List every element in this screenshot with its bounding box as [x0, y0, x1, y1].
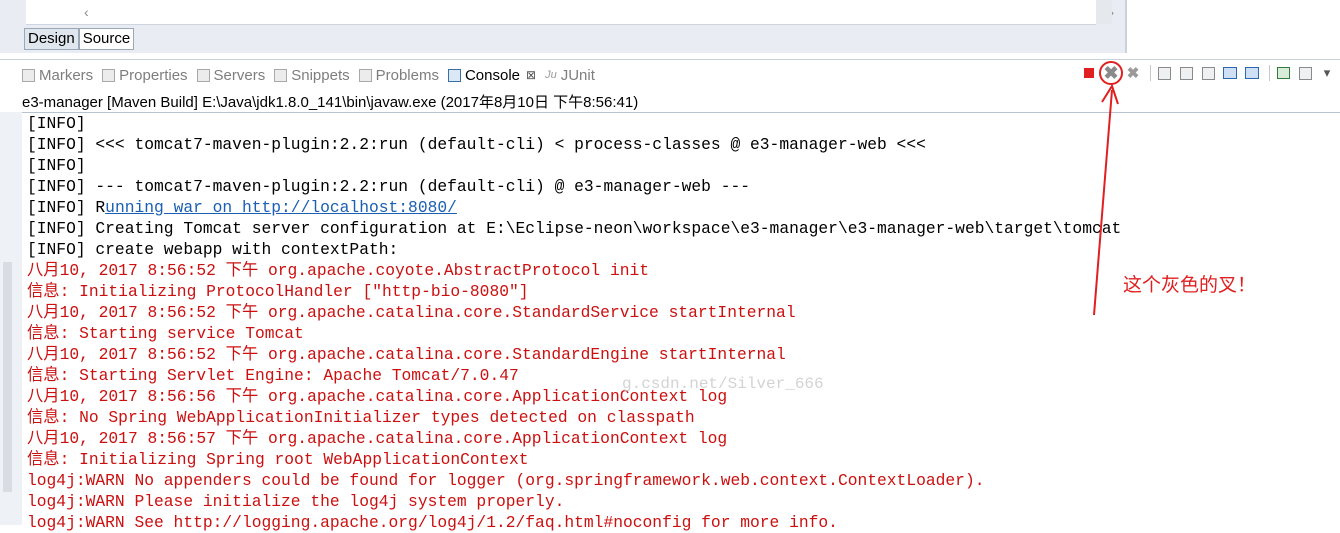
- console-line: 八月10, 2017 8:56:52 下午 org.apache.catalin…: [27, 303, 796, 322]
- display-console-icon[interactable]: [1296, 64, 1314, 82]
- tab-properties[interactable]: Properties: [102, 67, 188, 84]
- console-line: 八月10, 2017 8:56:57 下午 org.apache.catalin…: [27, 429, 728, 448]
- console-line: [INFO] Creating Tomcat server configurat…: [27, 219, 1122, 238]
- servers-icon: [196, 68, 210, 82]
- console-line: log4j:WARN Please initialize the log4j s…: [27, 492, 565, 511]
- tab-servers[interactable]: Servers: [196, 67, 265, 84]
- localhost-link[interactable]: unning war on http://localhost:8080/: [105, 198, 457, 217]
- editor-border: [1125, 0, 1127, 53]
- pin-console-icon[interactable]: [1274, 64, 1292, 82]
- watermark: g.csdn.net/Silver_666: [622, 375, 824, 393]
- console-line: 八月10, 2017 8:56:52 下午 org.apache.catalin…: [27, 345, 786, 364]
- console-line: [INFO]: [27, 114, 86, 133]
- vertical-scrollbar[interactable]: [1096, 0, 1112, 24]
- properties-icon: [102, 68, 116, 82]
- scroll-lock-icon[interactable]: [1177, 64, 1195, 82]
- close-icon[interactable]: ⊠: [526, 68, 536, 82]
- word-wrap-icon[interactable]: [1199, 64, 1217, 82]
- console-line: [INFO] <<< tomcat7-maven-plugin:2.2:run …: [27, 135, 926, 154]
- show-on-stderr-icon[interactable]: [1243, 64, 1261, 82]
- tab-design[interactable]: Design: [24, 28, 79, 50]
- annotation-text: 这个灰色的叉！: [1123, 275, 1257, 296]
- console-line: [INFO]: [27, 156, 86, 175]
- console-line: log4j:WARN No appenders could be found f…: [27, 471, 985, 490]
- view-menu-icon[interactable]: ▾: [1318, 64, 1336, 82]
- console-line: [INFO] --- tomcat7-maven-plugin:2.2:run …: [27, 177, 751, 196]
- tab-markers[interactable]: Markers: [22, 67, 93, 84]
- console-line-running: [INFO] Running war on http://localhost:8…: [27, 198, 457, 217]
- toolbar-separator: [1269, 65, 1270, 81]
- toolbar-separator: [1150, 65, 1151, 81]
- console-line: 信息: Starting service Tomcat: [27, 324, 304, 343]
- tab-source[interactable]: Source: [78, 28, 135, 50]
- console-line: 信息: Starting Servlet Engine: Apache Tomc…: [27, 366, 519, 385]
- gutter-scroll-thumb[interactable]: [3, 262, 12, 492]
- snippets-icon: [274, 68, 288, 82]
- console-line: [INFO] create webapp with contextPath:: [27, 240, 399, 259]
- scroll-left-icon[interactable]: ‹: [84, 4, 89, 20]
- problems-icon: [358, 68, 372, 82]
- console-icon: [447, 68, 461, 82]
- tab-console[interactable]: Console ⊠: [447, 66, 537, 84]
- horizontal-scrollbar[interactable]: ‹ ›: [84, 4, 1114, 20]
- console-line: 信息: Initializing ProtocolHandler ["http-…: [27, 282, 529, 301]
- tab-snippets[interactable]: Snippets: [274, 67, 350, 84]
- editor-content: ‹ ›: [26, 0, 1114, 25]
- console-line: 信息: Initializing Spring root WebApplicat…: [27, 450, 529, 469]
- process-title: e3-manager [Maven Build] E:\Java\jdk1.8.…: [22, 94, 639, 111]
- junit-icon: Ju: [545, 69, 557, 81]
- console-output[interactable]: [INFO] [INFO] <<< tomcat7-maven-plugin:2…: [22, 112, 1340, 532]
- markers-icon: [22, 68, 35, 82]
- editor-mode-tabs: Design Source: [24, 28, 135, 50]
- console-line: log4j:WARN See http://logging.apache.org…: [27, 513, 838, 532]
- clear-console-icon[interactable]: [1155, 64, 1173, 82]
- show-on-stdout-icon[interactable]: [1221, 64, 1239, 82]
- editor-area: ‹ › Design Source: [0, 0, 1125, 53]
- console-line: 八月10, 2017 8:56:52 下午 org.apache.coyote.…: [27, 261, 650, 280]
- tab-problems[interactable]: Problems: [358, 67, 439, 84]
- tab-junit[interactable]: Ju JUnit: [545, 67, 595, 84]
- left-gutter: [0, 112, 22, 525]
- console-line: 信息: No Spring WebApplicationInitializer …: [27, 408, 695, 427]
